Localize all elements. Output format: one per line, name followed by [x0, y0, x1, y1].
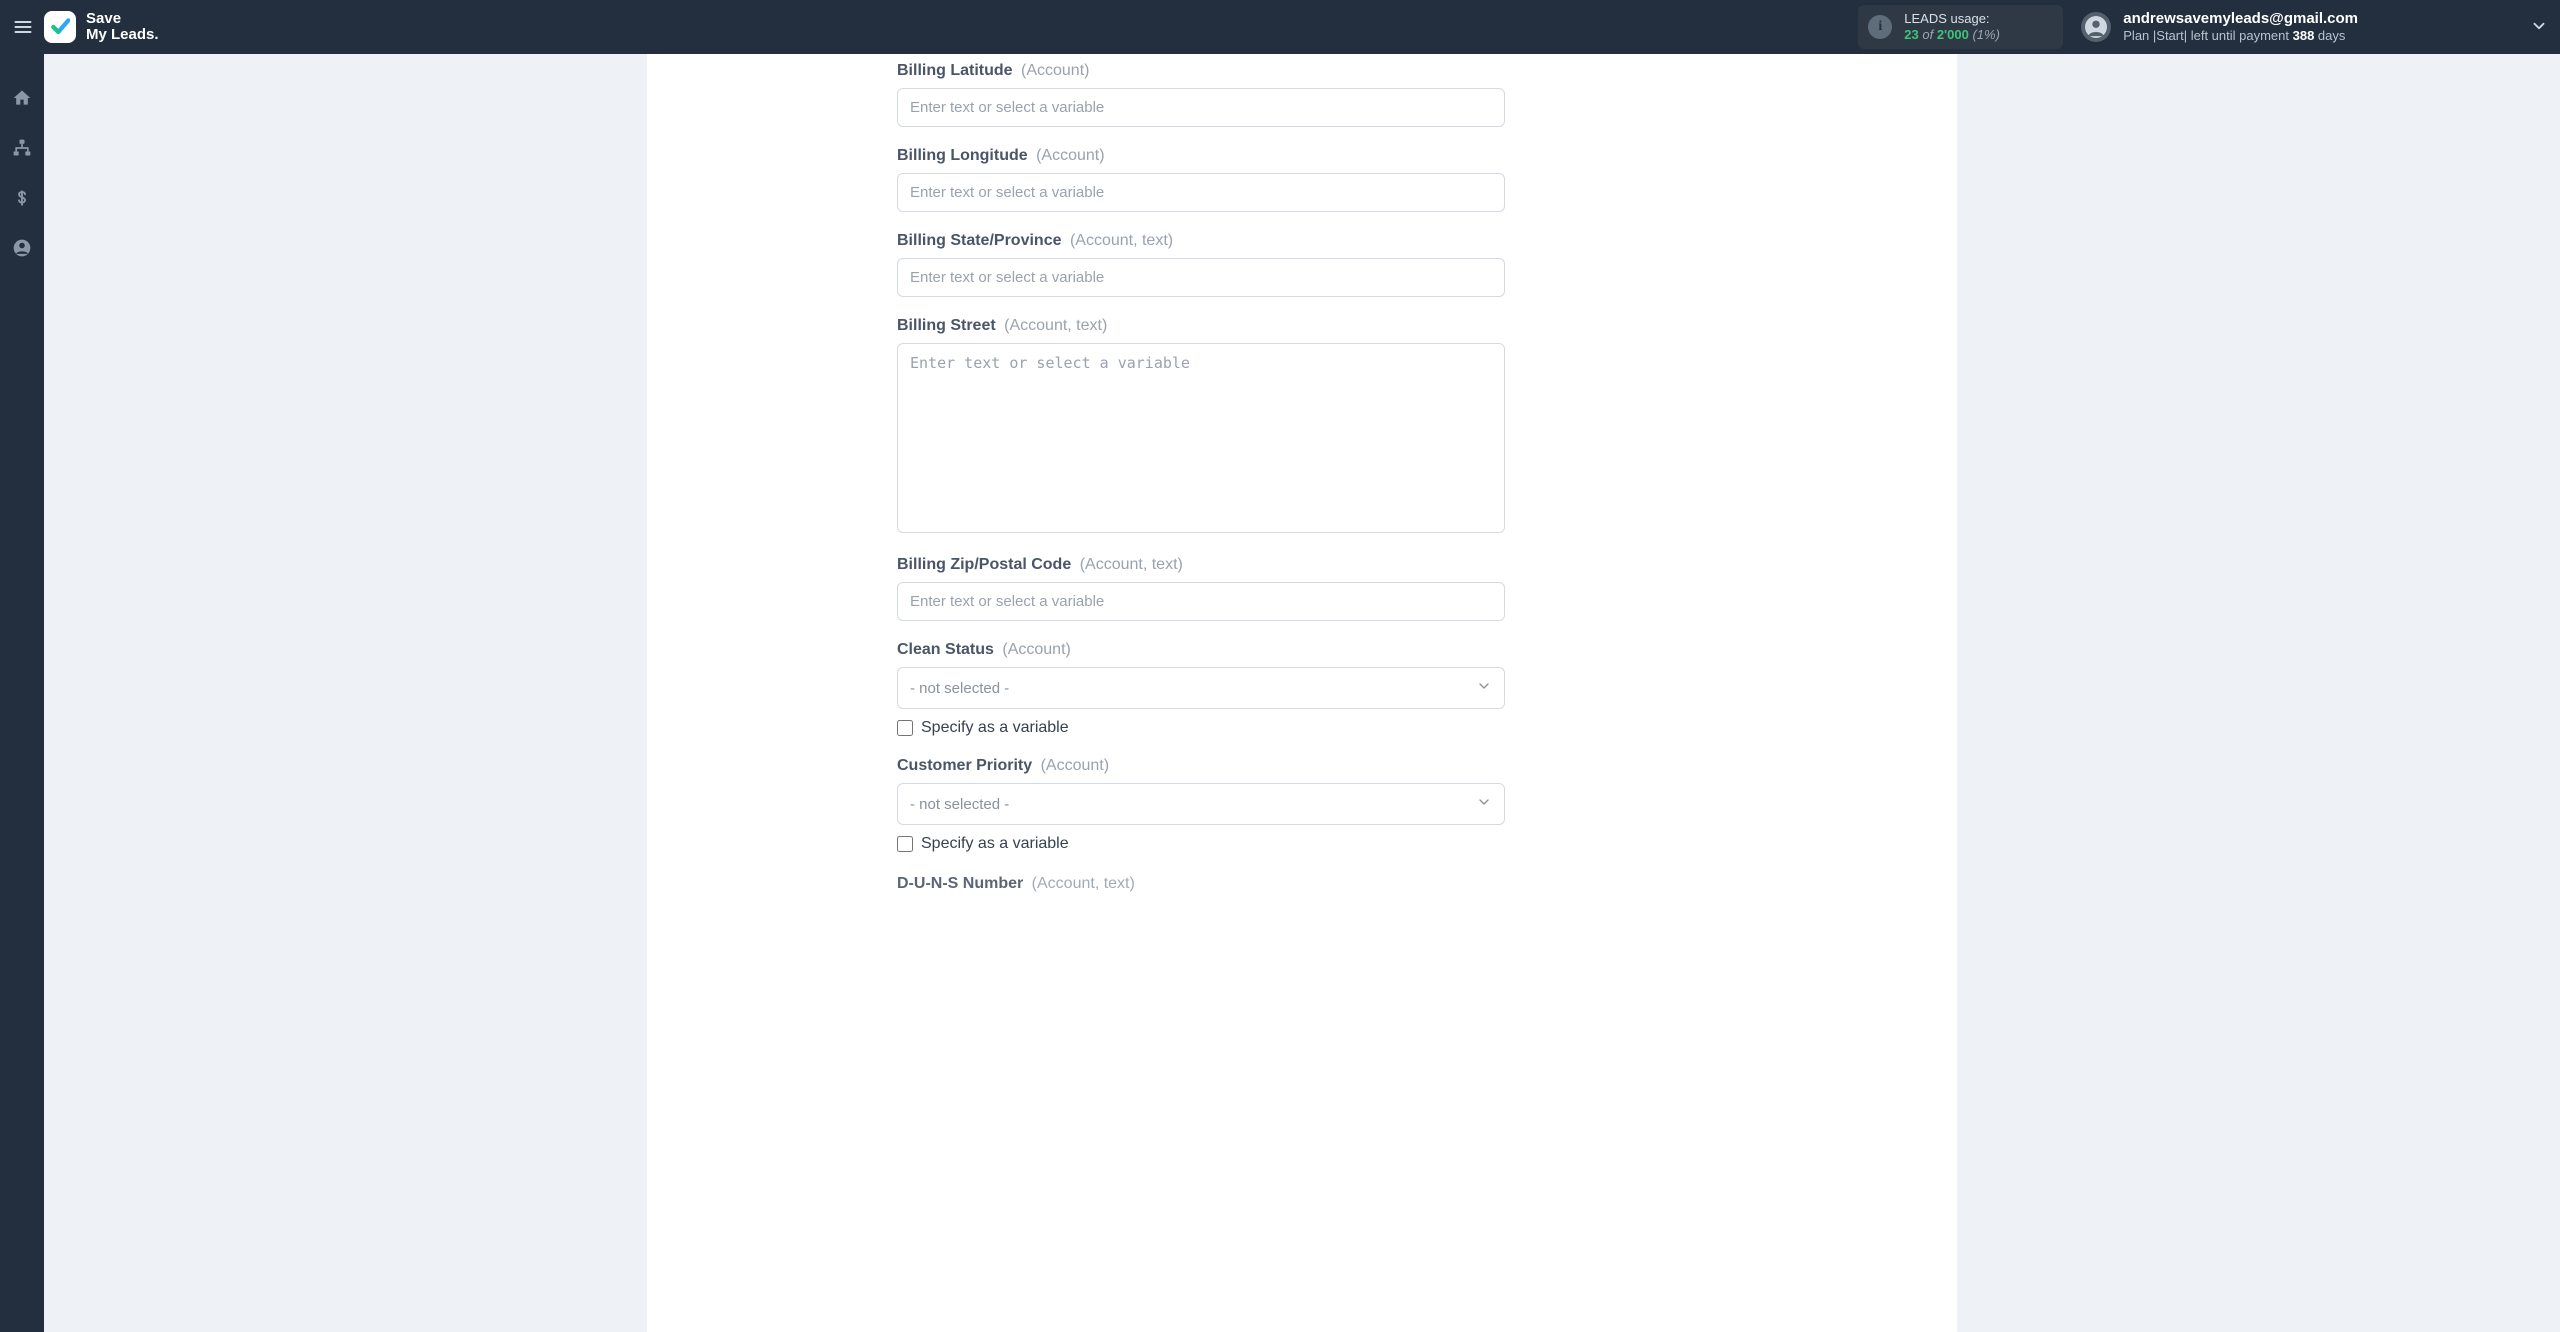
- user-avatar[interactable]: [2081, 12, 2111, 42]
- label-billing-longitude: Billing Longitude: [897, 147, 1028, 164]
- dollar-icon: [13, 189, 31, 207]
- account-plan: Plan |Start| left until payment 388 days: [2123, 28, 2358, 44]
- checkbox-row-customer-priority: Specify as a variable: [897, 835, 1707, 853]
- field-customer-priority: Customer Priority (Account) - not select…: [897, 757, 1707, 853]
- label-duns-number: D-U-N-S Number: [897, 875, 1023, 892]
- brand-line1: Save: [86, 11, 159, 27]
- usage-box[interactable]: i LEADS usage: 23 of 2'000 (1%): [1858, 5, 2063, 50]
- user-icon: [2085, 16, 2107, 38]
- brand-logo: [44, 11, 76, 43]
- hint-billing-latitude: (Account): [1021, 62, 1089, 79]
- usage-percent: (1%): [1972, 27, 1999, 42]
- usage-of: of: [1922, 27, 1933, 42]
- field-billing-longitude: Billing Longitude (Account): [897, 147, 1707, 212]
- account-text: andrewsavemyleads@gmail.com Plan |Start|…: [2123, 10, 2358, 44]
- plan-prefix: Plan |Start| left until payment: [2123, 28, 2292, 43]
- input-billing-zip[interactable]: [897, 582, 1505, 621]
- check-icon: [50, 17, 70, 37]
- user-circle-icon: [12, 238, 32, 258]
- page-scroll-area[interactable]: Billing Latitude (Account) Billing Longi…: [44, 54, 2560, 1332]
- field-clean-status: Clean Status (Account) - not selected - …: [897, 641, 1707, 737]
- topbar: Save My Leads i LEADS usage: 23 of 2'000…: [0, 0, 2560, 54]
- select-clean-status[interactable]: - not selected -: [897, 667, 1505, 709]
- select-customer-priority-value: - not selected -: [910, 796, 1009, 813]
- field-duns-number: D-U-N-S Number (Account, text): [897, 875, 1707, 893]
- checkbox-row-clean-status: Specify as a variable: [897, 719, 1707, 737]
- usage-title: LEADS usage:: [1904, 11, 2000, 27]
- label-billing-street: Billing Street: [897, 317, 996, 334]
- input-billing-state[interactable]: [897, 258, 1505, 297]
- hint-billing-street: (Account, text): [1004, 317, 1107, 334]
- chevron-down-icon: [1476, 678, 1492, 698]
- account-menu-button[interactable]: [2530, 17, 2548, 38]
- sidebar-item-account[interactable]: [8, 234, 36, 262]
- hint-clean-status: (Account): [1002, 641, 1070, 658]
- sidebar-item-billing[interactable]: [8, 184, 36, 212]
- field-billing-zip: Billing Zip/Postal Code (Account, text): [897, 556, 1707, 621]
- brand-text: Save My Leads: [86, 11, 159, 43]
- brand-block[interactable]: Save My Leads: [44, 11, 159, 43]
- label-customer-priority: Customer Priority: [897, 757, 1032, 774]
- hint-billing-state: (Account, text): [1070, 232, 1173, 249]
- sidebar-item-connections[interactable]: [8, 134, 36, 162]
- checkbox-label-clean-status: Specify as a variable: [921, 719, 1069, 737]
- hamburger-icon: [13, 17, 33, 37]
- chevron-down-icon: [2530, 17, 2548, 35]
- sitemap-icon: [12, 138, 32, 158]
- usage-total: 2'000: [1937, 27, 1969, 42]
- field-billing-latitude: Billing Latitude (Account): [897, 62, 1707, 127]
- plan-suffix: days: [2314, 28, 2345, 43]
- field-billing-street: Billing Street (Account, text): [897, 317, 1707, 536]
- select-clean-status-value: - not selected -: [910, 680, 1009, 697]
- checkbox-customer-priority-variable[interactable]: [897, 836, 913, 852]
- label-billing-state: Billing State/Province: [897, 232, 1061, 249]
- hint-billing-longitude: (Account): [1036, 147, 1104, 164]
- checkbox-clean-status-variable[interactable]: [897, 720, 913, 736]
- textarea-billing-street[interactable]: [897, 343, 1505, 533]
- plan-days: 388: [2293, 28, 2315, 43]
- select-customer-priority[interactable]: - not selected -: [897, 783, 1505, 825]
- usage-text: LEADS usage: 23 of 2'000 (1%): [1904, 11, 2000, 44]
- sidebar-item-home[interactable]: [8, 84, 36, 112]
- menu-toggle-button[interactable]: [10, 14, 36, 40]
- hint-duns-number: (Account, text): [1032, 875, 1135, 892]
- input-billing-latitude[interactable]: [897, 88, 1505, 127]
- info-icon: i: [1868, 15, 1892, 39]
- label-billing-zip: Billing Zip/Postal Code: [897, 556, 1071, 573]
- brand-line2: My Leads: [86, 27, 159, 43]
- account-email: andrewsavemyleads@gmail.com: [2123, 10, 2358, 28]
- hint-customer-priority: (Account): [1041, 757, 1109, 774]
- chevron-down-icon: [1476, 794, 1492, 814]
- form-card: Billing Latitude (Account) Billing Longi…: [647, 54, 1957, 1332]
- hint-billing-zip: (Account, text): [1080, 556, 1183, 573]
- field-billing-state: Billing State/Province (Account, text): [897, 232, 1707, 297]
- label-clean-status: Clean Status: [897, 641, 994, 658]
- label-billing-latitude: Billing Latitude: [897, 62, 1013, 79]
- input-billing-longitude[interactable]: [897, 173, 1505, 212]
- checkbox-label-customer-priority: Specify as a variable: [921, 835, 1069, 853]
- account-block: andrewsavemyleads@gmail.com Plan |Start|…: [2081, 10, 2548, 44]
- sidebar: [0, 54, 44, 1332]
- usage-used: 23: [1904, 27, 1918, 42]
- home-icon: [12, 88, 32, 108]
